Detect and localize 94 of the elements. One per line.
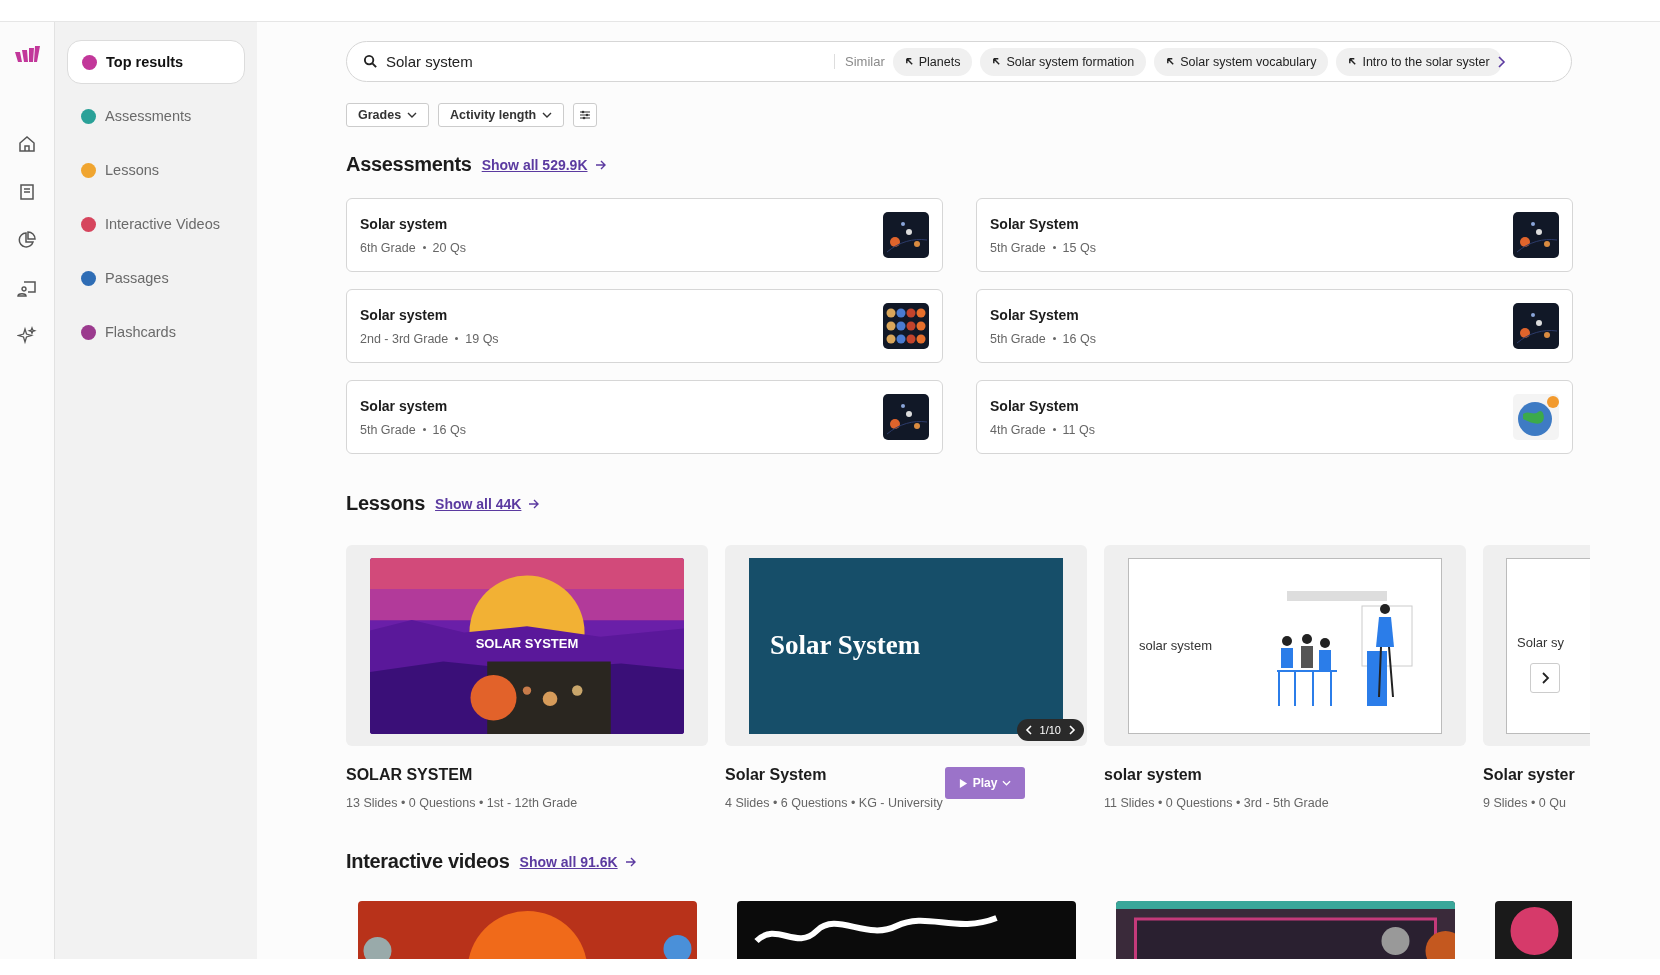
slide-title: Solar sy [1517, 634, 1564, 650]
search-bar[interactable]: Solar system Similar Planets Solar system formation Solar system vocabulary Intro to the solar syster [346, 41, 1572, 82]
show-all-link[interactable]: Show all 44K [435, 495, 522, 512]
bullet-separator [422, 428, 426, 431]
lesson-details: 11 Slides • 0 Questions • 3rd - 5th Grade [1104, 796, 1329, 810]
lesson-preview[interactable]: solar system [1104, 545, 1466, 746]
grade-label: 6th Grade [360, 240, 416, 255]
grade-label: 2nd - 3rd Grade [360, 331, 449, 346]
question-count: 16 Qs [432, 422, 466, 437]
arrow-up-left-icon [1166, 57, 1176, 66]
lesson-title: Solar System [725, 766, 828, 784]
assessment-title: Solar System [990, 397, 1080, 414]
filter-settings-button[interactable] [573, 103, 598, 127]
assessment-title: Solar System [990, 306, 1080, 323]
book-icon[interactable] [17, 182, 37, 202]
lesson-preview[interactable]: SOLAR SYSTEM [346, 545, 708, 746]
bullet-separator [422, 246, 426, 249]
lesson-title: solar system [1104, 766, 1203, 784]
suggestion-chip[interactable]: Intro to the solar syster [1336, 47, 1502, 76]
grade-label: 5th Grade [360, 422, 416, 437]
show-all-link[interactable]: Show all 529.9K [481, 156, 588, 173]
assessment-card[interactable]: Solar System 4th Grade 11 Qs [976, 380, 1573, 454]
assessment-title: Solar system [360, 306, 449, 323]
assessment-card[interactable]: Solar System 5th Grade 16 Qs [976, 289, 1573, 363]
question-count: 11 Qs [1062, 422, 1095, 437]
play-icon [958, 777, 968, 789]
lesson-title: Solar syster [1483, 766, 1575, 784]
assessment-card[interactable]: Solar system 6th Grade 20 Qs [346, 198, 943, 272]
grade-label: 5th Grade [990, 331, 1046, 346]
similar-label: Similar [834, 54, 885, 69]
arrow-up-left-icon [1348, 57, 1358, 66]
section-title: Assessments [346, 153, 472, 176]
question-count: 16 Qs [1062, 331, 1096, 346]
chevron-right-icon[interactable] [1068, 724, 1076, 736]
question-count: 19 Qs [465, 331, 499, 346]
classroom-icon[interactable] [17, 278, 37, 298]
search-icon [363, 54, 378, 69]
chevron-right-icon[interactable] [1495, 54, 1506, 69]
arrow-up-left-icon [904, 57, 914, 66]
suggestion-chip[interactable]: Planets [892, 47, 973, 76]
search-input[interactable]: Solar system [386, 53, 826, 70]
lesson-preview[interactable]: Solar sy [1483, 545, 1590, 746]
assessment-card[interactable]: Solar System 5th Grade 15 Qs [976, 198, 1573, 272]
assessment-title: Solar system [360, 397, 449, 414]
sliders-icon [579, 109, 592, 121]
grade-label: 4th Grade [990, 422, 1046, 437]
caret-icon [407, 112, 418, 118]
section-title: Lessons [346, 492, 426, 515]
arrow-up-left-icon [992, 57, 1002, 66]
lesson-details: 13 Slides • 0 Questions • 1st - 12th Grade [346, 796, 578, 810]
lesson-details: 9 Slides • 0 Qu [1483, 796, 1567, 810]
assessment-card[interactable]: Solar system 2nd - 3rd Grade 19 Qs [346, 289, 943, 363]
bullet-separator [1052, 428, 1056, 431]
bullet-separator [1052, 337, 1056, 340]
arrow-right-icon [528, 498, 541, 509]
play-button[interactable]: Play [945, 767, 1025, 799]
category-item[interactable]: Top results [67, 40, 245, 84]
assessment-title: Solar System [990, 215, 1080, 232]
sparkle-icon[interactable] [17, 326, 37, 346]
slide-title: Solar System [770, 630, 921, 661]
category-item[interactable]: Assessments [67, 94, 245, 138]
pie-chart-icon[interactable] [17, 230, 37, 250]
lesson-preview[interactable]: Solar System 1/10 [725, 545, 1087, 746]
slide-title: solar system [1139, 638, 1212, 653]
bullet-separator [455, 337, 459, 340]
category-item[interactable]: Passages [67, 256, 245, 300]
assessment-card[interactable]: Solar system 5th Grade 16 Qs [346, 380, 943, 454]
caret-icon [542, 112, 553, 118]
show-all-link[interactable]: Show all 91.6K [519, 853, 618, 870]
home-icon[interactable] [17, 134, 37, 154]
chevron-left-icon[interactable] [1024, 724, 1033, 736]
suggestion-chip[interactable]: Solar system formation [980, 47, 1147, 76]
grade-label: 5th Grade [990, 240, 1046, 255]
bullet-separator [1052, 246, 1056, 249]
caret-icon [1002, 780, 1012, 786]
question-count: 15 Qs [1062, 240, 1096, 255]
category-item[interactable]: Flashcards [67, 310, 245, 354]
chevron-right-icon [1540, 670, 1550, 685]
section-title: Interactive videos [346, 850, 510, 873]
logo-icon[interactable] [14, 46, 40, 64]
lesson-details: 4 Slides • 6 Questions • KG - University [725, 796, 943, 810]
next-button[interactable] [1530, 662, 1560, 693]
slide-pager[interactable]: 1/10 [1016, 719, 1084, 741]
lesson-title: SOLAR SYSTEM [346, 766, 474, 784]
filter-dropdown[interactable]: Grades [346, 103, 430, 127]
question-count: 20 Qs [432, 240, 466, 255]
category-item[interactable]: Interactive Videos [67, 202, 245, 246]
category-item[interactable]: Lessons [67, 148, 245, 192]
arrow-right-icon [594, 159, 607, 170]
arrow-right-icon [624, 856, 637, 867]
suggestion-chip[interactable]: Solar system vocabulary [1154, 47, 1329, 76]
assessment-title: Solar system [360, 215, 449, 232]
slide-title: SOLAR SYSTEM [475, 636, 579, 651]
filter-dropdown[interactable]: Activity length [438, 103, 565, 127]
